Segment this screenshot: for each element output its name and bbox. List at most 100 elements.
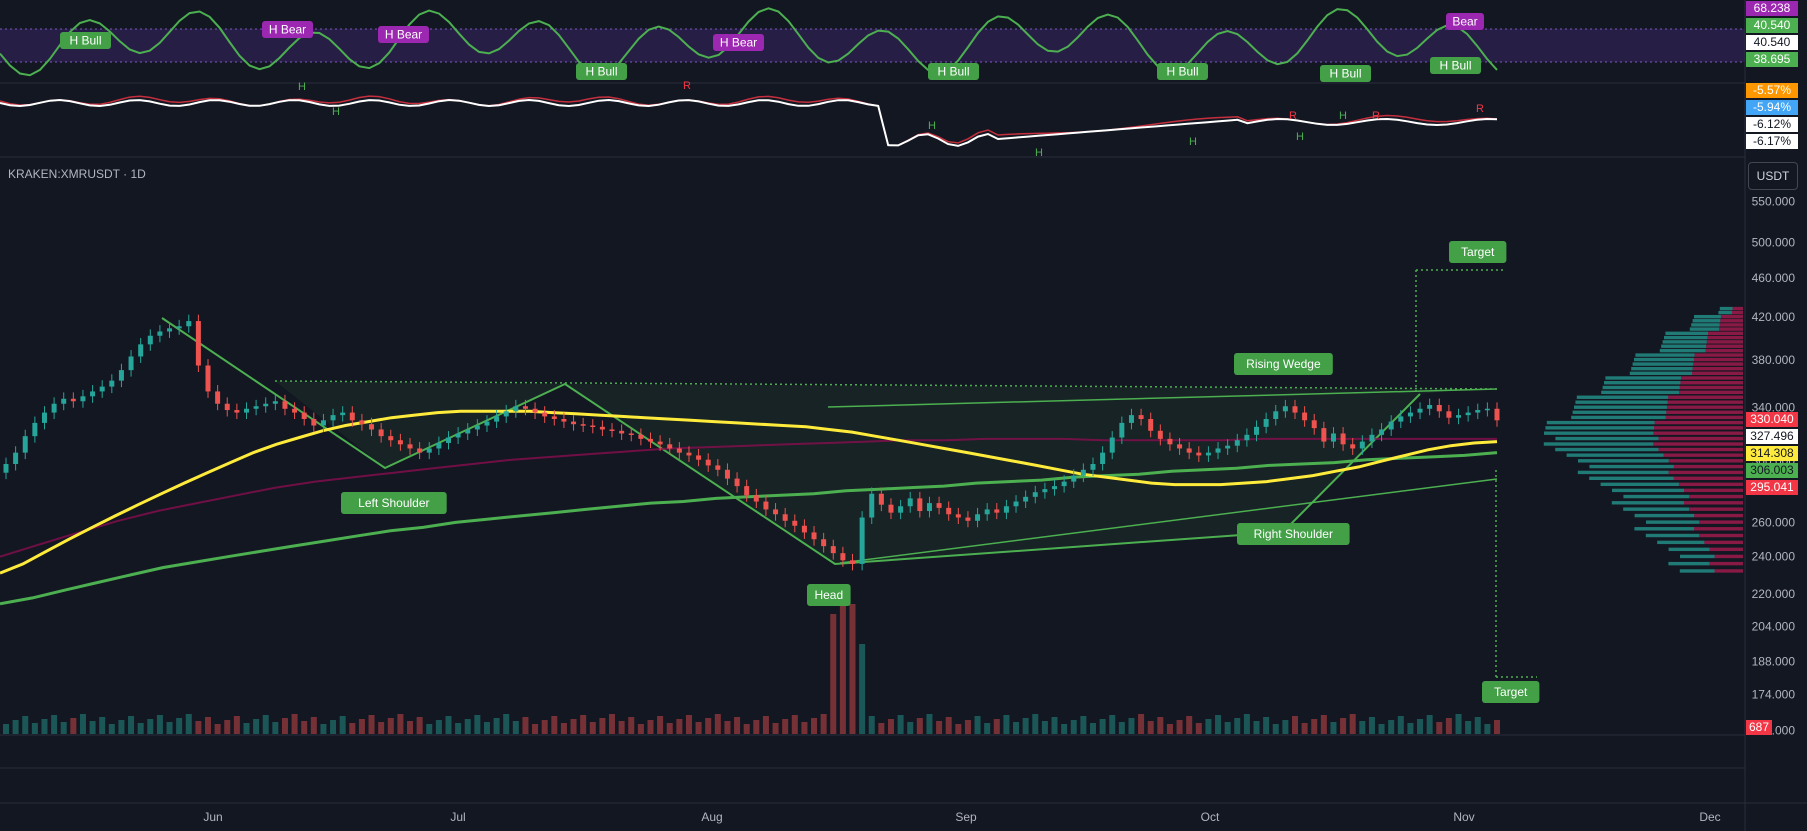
candle-body	[224, 403, 230, 411]
candle-body	[532, 408, 538, 413]
volume-bar	[147, 719, 154, 734]
volume-profile-sell	[1683, 501, 1743, 505]
volume-profile-buy	[1634, 513, 1695, 518]
volume-profile-buy	[1576, 395, 1669, 399]
volume-profile-buy	[1577, 470, 1669, 475]
candle-body	[1244, 434, 1250, 441]
volume-profile-buy	[1578, 459, 1669, 463]
candle-body	[1456, 415, 1462, 418]
volume-bar	[1051, 717, 1058, 734]
volume-profile-buy	[1544, 431, 1654, 435]
rsi-panel[interactable]: H Bull H Bear H Bear H Bull H Bear H Bull H Bu…	[0, 0, 1745, 82]
volume-profile-buy	[1691, 323, 1720, 327]
rsi-divergence-tag: H Bull	[1329, 67, 1361, 81]
volume-bar	[41, 719, 48, 734]
candle-body	[753, 495, 759, 502]
rsi-divergence-tag: H Bull	[69, 34, 101, 48]
volume-bar	[1138, 714, 1145, 734]
volume-bar	[291, 714, 298, 734]
candle-body	[965, 517, 971, 521]
candle-body	[118, 370, 124, 381]
volume-profile-buy	[1665, 331, 1709, 336]
candle-body	[1350, 444, 1356, 449]
volume-profile-buy	[1545, 426, 1655, 430]
volume-profile-buy	[1575, 400, 1668, 404]
rsi-badge: 40.540	[1754, 35, 1791, 49]
candle-body	[705, 459, 711, 466]
candle-body	[138, 344, 144, 357]
candle-body	[186, 321, 192, 327]
volume-bar	[618, 721, 625, 734]
volume-profile-sell	[1667, 400, 1743, 404]
osc-marker: R	[683, 80, 691, 92]
volume-bar	[724, 721, 731, 734]
volume-bar	[1070, 720, 1077, 734]
volume-bar	[1118, 722, 1125, 734]
rsi-badge: 68.238	[1754, 1, 1791, 15]
candle-body	[628, 433, 634, 435]
volume-profile-buy	[1600, 482, 1679, 487]
volume-bar	[455, 723, 462, 734]
volume-bar	[820, 714, 827, 734]
candle-body	[311, 418, 317, 426]
volume-profile-sell	[1681, 376, 1743, 380]
candle-body	[1186, 448, 1192, 453]
volume-bar	[1436, 722, 1443, 734]
volume-bar	[407, 721, 414, 734]
price-chart[interactable]: H Bull H Bear H Bear H Bull H Bear H Bull H Bu…	[0, 0, 1807, 831]
candle-body	[1475, 410, 1481, 413]
volume-profile-sell	[1706, 344, 1743, 348]
candle-body	[1359, 441, 1365, 449]
candle-body	[859, 517, 865, 564]
symbol-label: KRAKEN:XMRUSDT · 1D	[8, 167, 146, 181]
volume-profile-sell	[1719, 323, 1743, 327]
price-badge: 314.308	[1750, 446, 1794, 460]
candle-body	[1494, 408, 1500, 421]
volume-profile-sell	[1692, 371, 1743, 375]
volume-profile-sell	[1694, 353, 1743, 357]
candle-body	[1330, 433, 1336, 442]
candle-body	[850, 560, 856, 564]
right-shoulder-label: Right Shoulder	[1254, 527, 1333, 541]
candle-body	[1205, 452, 1211, 456]
volume-bar	[493, 718, 500, 734]
candle-body	[272, 401, 278, 404]
candle-body	[1109, 437, 1115, 453]
head-label: Head	[814, 588, 843, 602]
candle-body	[917, 498, 923, 512]
volume-bar	[762, 716, 769, 734]
volume-bar	[1099, 719, 1106, 734]
candle-body	[1003, 506, 1009, 513]
candle-body	[397, 440, 403, 445]
candle-body	[1436, 404, 1442, 412]
volume-bar	[1417, 719, 1424, 734]
volume-profile-sell	[1692, 366, 1743, 371]
volume-profile-buy	[1543, 442, 1654, 446]
volume-profile-buy	[1623, 494, 1690, 499]
volume-bar	[1494, 720, 1500, 734]
volume-profile-sell	[1694, 527, 1743, 531]
candle-body	[455, 433, 461, 438]
volume-profile-buy	[1694, 314, 1721, 319]
volume-profile-buy	[1634, 527, 1695, 531]
candle-body	[503, 411, 509, 417]
osc-marker: H	[1189, 136, 1197, 148]
candle-body	[1282, 406, 1288, 412]
volume-bar	[753, 720, 760, 734]
volume-bar	[214, 724, 221, 734]
volume-bar	[1378, 724, 1385, 734]
candle-body	[215, 391, 221, 404]
candle-body	[465, 429, 471, 434]
candle-body	[888, 504, 894, 513]
volume-profile-sell	[1654, 426, 1743, 430]
currency-button[interactable]: USDT	[1748, 162, 1798, 190]
volume-profile-buy	[1546, 420, 1655, 425]
volume-profile-sell	[1699, 520, 1743, 524]
volume-profile-buy	[1668, 547, 1710, 552]
volume-profile-sell	[1708, 331, 1743, 336]
volume-bar	[1397, 716, 1404, 734]
candle-body	[1023, 496, 1029, 502]
volume-profile-buy	[1605, 376, 1682, 380]
volume-bar	[1243, 714, 1250, 734]
volume-profile-buy	[1631, 366, 1693, 371]
